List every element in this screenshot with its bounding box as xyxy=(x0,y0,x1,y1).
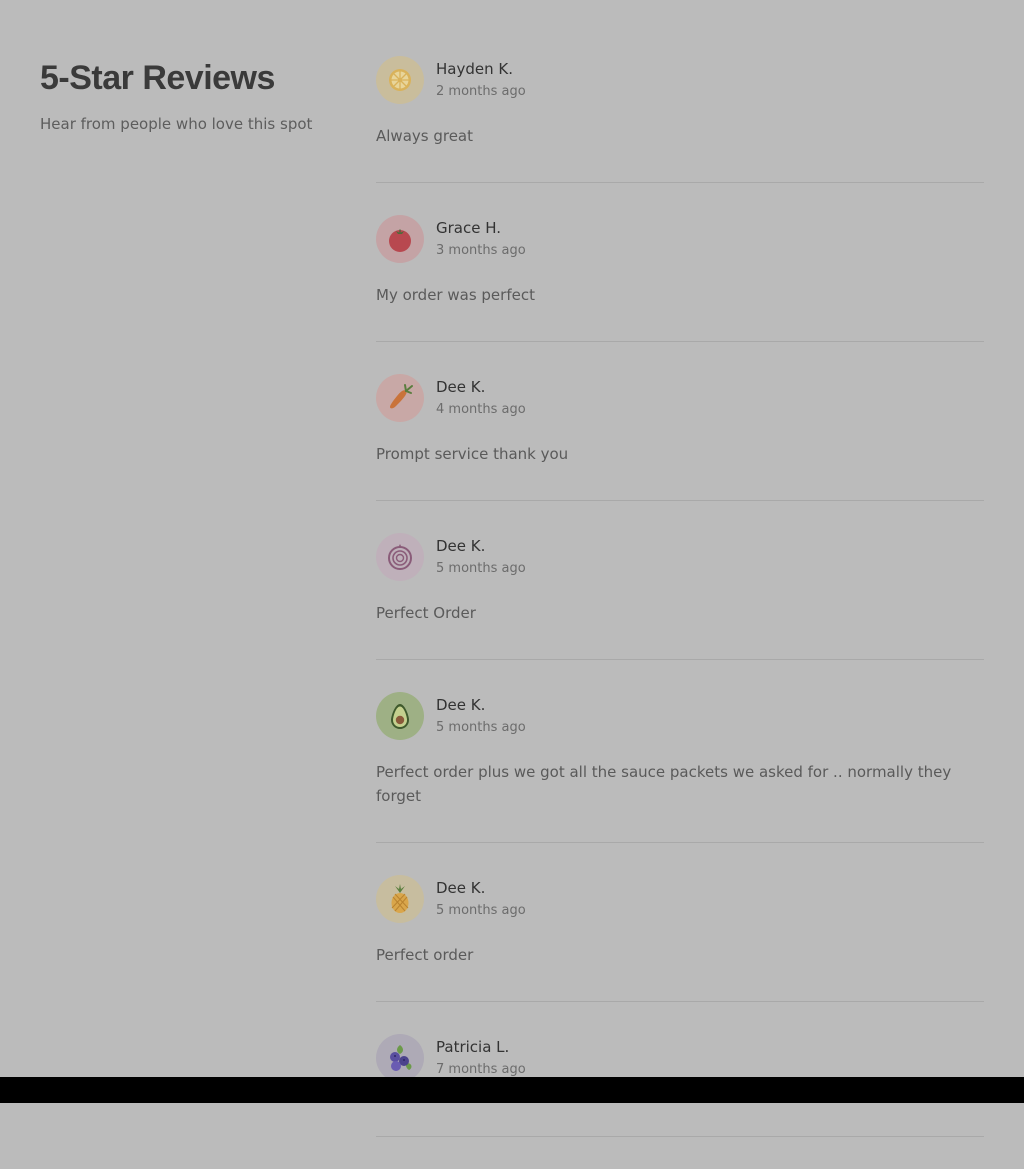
reviewer-name: Hayden K. xyxy=(436,60,513,78)
review-text: Always great xyxy=(376,127,474,145)
review-date: 4 months ago xyxy=(436,402,526,417)
page-header: 5-Star Reviews Hear from people who love… xyxy=(40,56,340,134)
review-item: Dee K. 5 months ago Perfect Order xyxy=(376,533,984,660)
review-date: 3 months ago xyxy=(436,243,526,258)
pineapple-icon xyxy=(376,875,424,923)
review-item: Dee K. 4 months ago Prompt service thank… xyxy=(376,374,984,501)
review-text: Perfect order xyxy=(376,946,474,964)
onion-icon xyxy=(376,533,424,581)
reviewer-name: Dee K. xyxy=(436,879,486,897)
review-list: Hayden K. 2 months ago Always great Grac… xyxy=(376,56,984,1169)
review-date: 5 months ago xyxy=(436,903,526,918)
review-text: Perfect Order xyxy=(376,604,476,622)
review-item: Dee K. 5 months ago Perfect order xyxy=(376,875,984,1002)
reviewer-name: Grace H. xyxy=(436,219,502,237)
review-item: Dee K. 5 months ago Perfect order plus w… xyxy=(376,692,984,843)
reviewer-name: Dee K. xyxy=(436,537,486,555)
reviewer-name: Dee K. xyxy=(436,378,486,396)
carrot-icon xyxy=(376,374,424,422)
review-date: 5 months ago xyxy=(436,720,526,735)
review-date: 5 months ago xyxy=(436,561,526,576)
review-text: Perfect order plus we got all the sauce … xyxy=(376,763,952,805)
reviewer-name: Dee K. xyxy=(436,696,486,714)
bottom-bar xyxy=(0,1077,1024,1103)
review-text: Prompt service thank you xyxy=(376,445,569,463)
page-subtitle: Hear from people who love this spot xyxy=(40,115,313,133)
reviewer-name: Patricia L. xyxy=(436,1038,510,1056)
avocado-icon xyxy=(376,692,424,740)
tomato-icon xyxy=(376,215,424,263)
review-item: Hayden K. 2 months ago Always great xyxy=(376,56,984,183)
review-text: My order was perfect xyxy=(376,286,535,304)
review-item: Grace H. 3 months ago My order was perfe… xyxy=(376,215,984,342)
page-title: 5-Star Reviews xyxy=(40,59,275,97)
lemon-icon xyxy=(376,56,424,104)
blueberry-icon xyxy=(376,1034,424,1082)
review-date: 2 months ago xyxy=(436,84,526,99)
